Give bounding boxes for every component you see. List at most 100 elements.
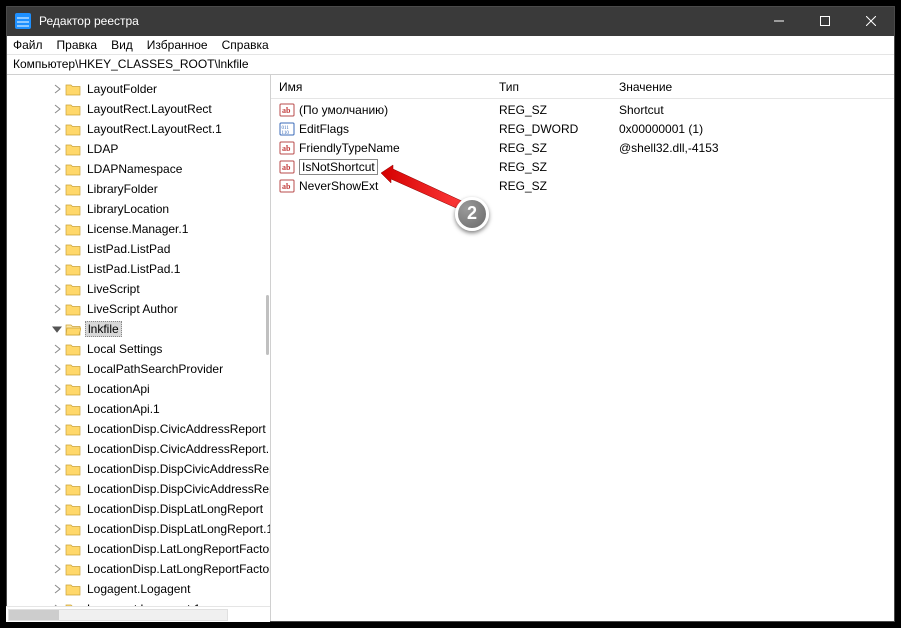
chevron-right-icon[interactable] xyxy=(51,83,63,95)
folder-icon xyxy=(65,262,81,276)
maximize-button[interactable] xyxy=(802,7,848,36)
chevron-right-icon[interactable] xyxy=(51,363,63,375)
value-row[interactable]: EditFlagsREG_DWORD0x00000001 (1) xyxy=(271,120,894,139)
menu-file[interactable]: Файл xyxy=(13,38,43,52)
chevron-right-icon[interactable] xyxy=(51,523,63,535)
tree-item[interactable]: LocationDisp.CivicAddressReport.1 xyxy=(7,439,270,459)
value-type: REG_SZ xyxy=(491,160,611,174)
chevron-right-icon[interactable] xyxy=(51,543,63,555)
tree-item[interactable]: LibraryLocation xyxy=(7,199,270,219)
tree-item[interactable]: lnkfile xyxy=(7,319,270,339)
tree-item-label: License.Manager.1 xyxy=(85,222,190,236)
annotation-step-badge: 2 xyxy=(455,197,489,231)
chevron-right-icon[interactable] xyxy=(51,183,63,195)
tree-item[interactable]: LibraryFolder xyxy=(7,179,270,199)
folder-icon xyxy=(65,462,81,476)
chevron-right-icon[interactable] xyxy=(51,383,63,395)
tree-item-label: LocationDisp.DispLatLongReport.1 xyxy=(85,522,270,536)
column-headers[interactable]: Имя Тип Значение xyxy=(271,75,894,99)
tree-item[interactable]: LocationDisp.DispLatLongReport xyxy=(7,499,270,519)
tree-item-label: LocalPathSearchProvider xyxy=(85,362,225,376)
tree-item[interactable]: LocationDisp.DispCivicAddressReport xyxy=(7,459,270,479)
value-name: EditFlags xyxy=(299,122,349,136)
chevron-right-icon[interactable] xyxy=(51,343,63,355)
tree-item[interactable]: LayoutRect.LayoutRect xyxy=(7,99,270,119)
folder-icon xyxy=(65,562,81,576)
chevron-right-icon[interactable] xyxy=(51,403,63,415)
chevron-right-icon[interactable] xyxy=(51,443,63,455)
chevron-right-icon[interactable] xyxy=(51,143,63,155)
chevron-right-icon[interactable] xyxy=(51,263,63,275)
chevron-right-icon[interactable] xyxy=(51,583,63,595)
tree-item[interactable]: LocationApi.1 xyxy=(7,399,270,419)
close-button[interactable] xyxy=(848,7,894,36)
chevron-right-icon[interactable] xyxy=(51,283,63,295)
tree-item[interactable]: Logagent.Logagent xyxy=(7,579,270,599)
column-name[interactable]: Имя xyxy=(271,80,491,94)
value-type: REG_SZ xyxy=(491,179,611,193)
tree-item[interactable]: LocationDisp.DispCivicAddressReport.1 xyxy=(7,479,270,499)
folder-icon xyxy=(65,202,81,216)
column-value[interactable]: Значение xyxy=(611,80,894,94)
tree-item[interactable]: LayoutRect.LayoutRect.1 xyxy=(7,119,270,139)
tree-item[interactable]: LocationDisp.LatLongReportFactory xyxy=(7,539,270,559)
tree-item[interactable]: LDAPNamespace xyxy=(7,159,270,179)
minimize-button[interactable] xyxy=(756,7,802,36)
value-row[interactable]: FriendlyTypeNameREG_SZ@shell32.dll,-4153 xyxy=(271,139,894,158)
column-type[interactable]: Тип xyxy=(491,80,611,94)
tree-horizontal-scrollbar[interactable] xyxy=(6,606,270,622)
value-row[interactable]: NeverShowExtREG_SZ xyxy=(271,177,894,196)
value-row[interactable]: (По умолчанию)REG_SZShortcut xyxy=(271,101,894,120)
folder-icon xyxy=(65,142,81,156)
chevron-right-icon[interactable] xyxy=(51,303,63,315)
tree-item-label: LocationApi xyxy=(85,382,152,396)
tree-item[interactable]: ListPad.ListPad xyxy=(7,239,270,259)
step-number: 2 xyxy=(467,203,477,224)
values-list[interactable]: (По умолчанию)REG_SZShortcutEditFlagsREG… xyxy=(271,99,894,621)
tree-item-label: LayoutRect.LayoutRect.1 xyxy=(85,122,224,136)
reg-binary-icon xyxy=(279,121,295,137)
tree-pane[interactable]: LayoutFolderLayoutRect.LayoutRect LayoutR… xyxy=(7,75,271,621)
chevron-right-icon[interactable] xyxy=(51,163,63,175)
chevron-right-icon[interactable] xyxy=(51,503,63,515)
chevron-right-icon[interactable] xyxy=(51,243,63,255)
menu-edit[interactable]: Правка xyxy=(57,38,98,52)
chevron-right-icon[interactable] xyxy=(51,203,63,215)
tree-item[interactable]: License.Manager.1 xyxy=(7,219,270,239)
chevron-down-icon[interactable] xyxy=(51,323,63,335)
folder-icon xyxy=(65,242,81,256)
value-data: 0x00000001 (1) xyxy=(611,122,894,136)
tree-item[interactable]: LDAP xyxy=(7,139,270,159)
menu-view[interactable]: Вид xyxy=(111,38,133,52)
address-bar[interactable]: Компьютер\HKEY_CLASSES_ROOT\lnkfile xyxy=(7,55,894,74)
chevron-right-icon[interactable] xyxy=(51,483,63,495)
tree-item[interactable]: Local Settings xyxy=(7,339,270,359)
value-row[interactable]: IsNotShortcut REG_SZ xyxy=(271,158,894,177)
tree-item[interactable]: LocationDisp.DispLatLongReport.1 xyxy=(7,519,270,539)
tree-item[interactable]: LocationDisp.CivicAddressReport xyxy=(7,419,270,439)
menu-help[interactable]: Справка xyxy=(222,38,269,52)
title-bar[interactable]: Редактор реестра xyxy=(7,7,894,36)
chevron-right-icon[interactable] xyxy=(51,463,63,475)
tree-item[interactable]: LiveScript xyxy=(7,279,270,299)
tree-item-label: LibraryFolder xyxy=(85,182,160,196)
folder-icon xyxy=(65,382,81,396)
tree-item-label: Local Settings xyxy=(85,342,164,356)
tree-item[interactable]: ListPad.ListPad.1 xyxy=(7,259,270,279)
tree-item[interactable]: LayoutFolder xyxy=(7,79,270,99)
folder-icon xyxy=(65,502,81,516)
tree-item[interactable]: LocalPathSearchProvider xyxy=(7,359,270,379)
tree-item[interactable]: LiveScript Author xyxy=(7,299,270,319)
tree-scrollbar[interactable] xyxy=(266,295,269,355)
chevron-right-icon[interactable] xyxy=(51,223,63,235)
tree-item[interactable]: LocationDisp.LatLongReportFactory.1 xyxy=(7,559,270,579)
menu-favorites[interactable]: Избранное xyxy=(147,38,208,52)
chevron-right-icon[interactable] xyxy=(51,563,63,575)
value-name[interactable]: IsNotShortcut xyxy=(299,159,378,175)
chevron-right-icon[interactable] xyxy=(51,423,63,435)
value-name: (По умолчанию) xyxy=(299,103,388,117)
chevron-right-icon[interactable] xyxy=(51,103,63,115)
chevron-right-icon[interactable] xyxy=(51,123,63,135)
tree-item[interactable]: LocationApi xyxy=(7,379,270,399)
folder-icon xyxy=(65,402,81,416)
